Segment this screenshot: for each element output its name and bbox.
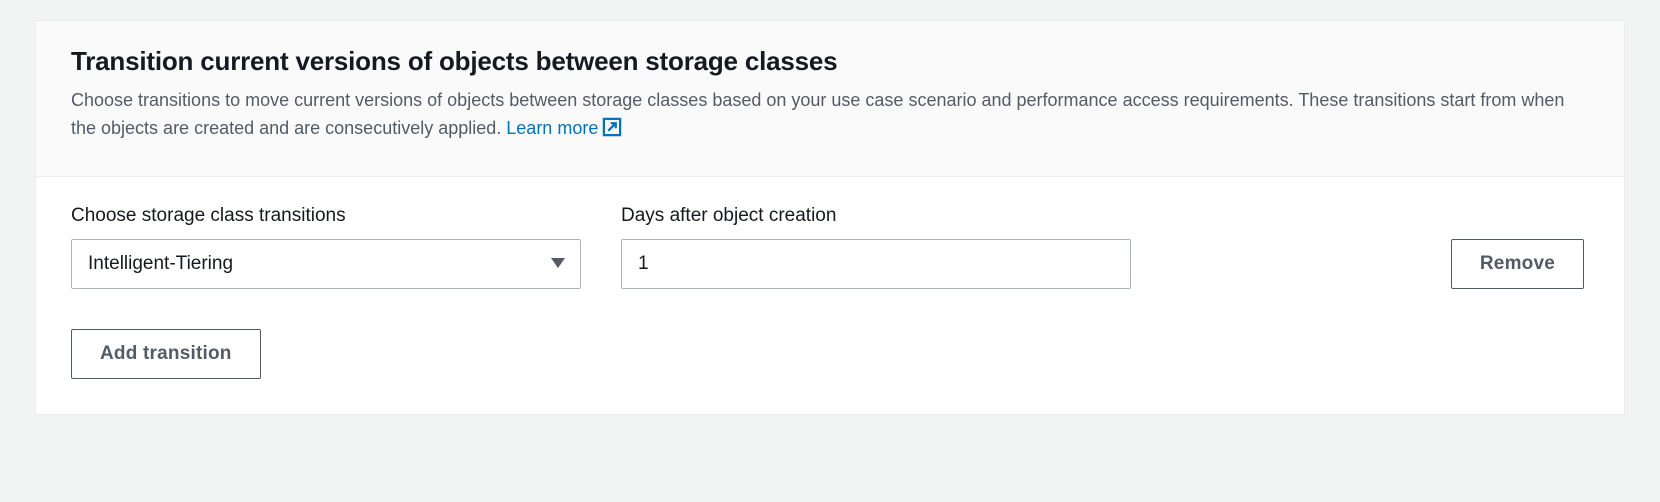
storage-class-value: Intelligent-Tiering [88, 253, 233, 275]
storage-class-label: Choose storage class transitions [71, 205, 581, 227]
storage-class-select-box[interactable]: Intelligent-Tiering [71, 239, 581, 289]
days-field: Days after object creation [621, 205, 1131, 289]
storage-class-select[interactable]: Intelligent-Tiering [71, 239, 581, 289]
remove-button[interactable]: Remove [1451, 239, 1584, 289]
days-label: Days after object creation [621, 205, 1131, 227]
panel-header: Transition current versions of objects b… [36, 21, 1624, 177]
add-transition-button[interactable]: Add transition [71, 329, 261, 379]
transition-row: Choose storage class transitions Intelli… [71, 205, 1589, 289]
description-text: Choose transitions to move current versi… [71, 90, 1564, 138]
external-link-icon [602, 117, 622, 146]
panel-body: Choose storage class transitions Intelli… [36, 177, 1624, 414]
remove-column: Remove [1451, 239, 1589, 289]
learn-more-link[interactable]: Learn more [506, 118, 622, 138]
panel-description: Choose transitions to move current versi… [71, 87, 1589, 146]
learn-more-text: Learn more [506, 118, 598, 138]
transition-panel: Transition current versions of objects b… [35, 20, 1625, 415]
panel-title: Transition current versions of objects b… [71, 46, 1589, 77]
storage-class-field: Choose storage class transitions Intelli… [71, 205, 581, 289]
days-input[interactable] [621, 239, 1131, 289]
